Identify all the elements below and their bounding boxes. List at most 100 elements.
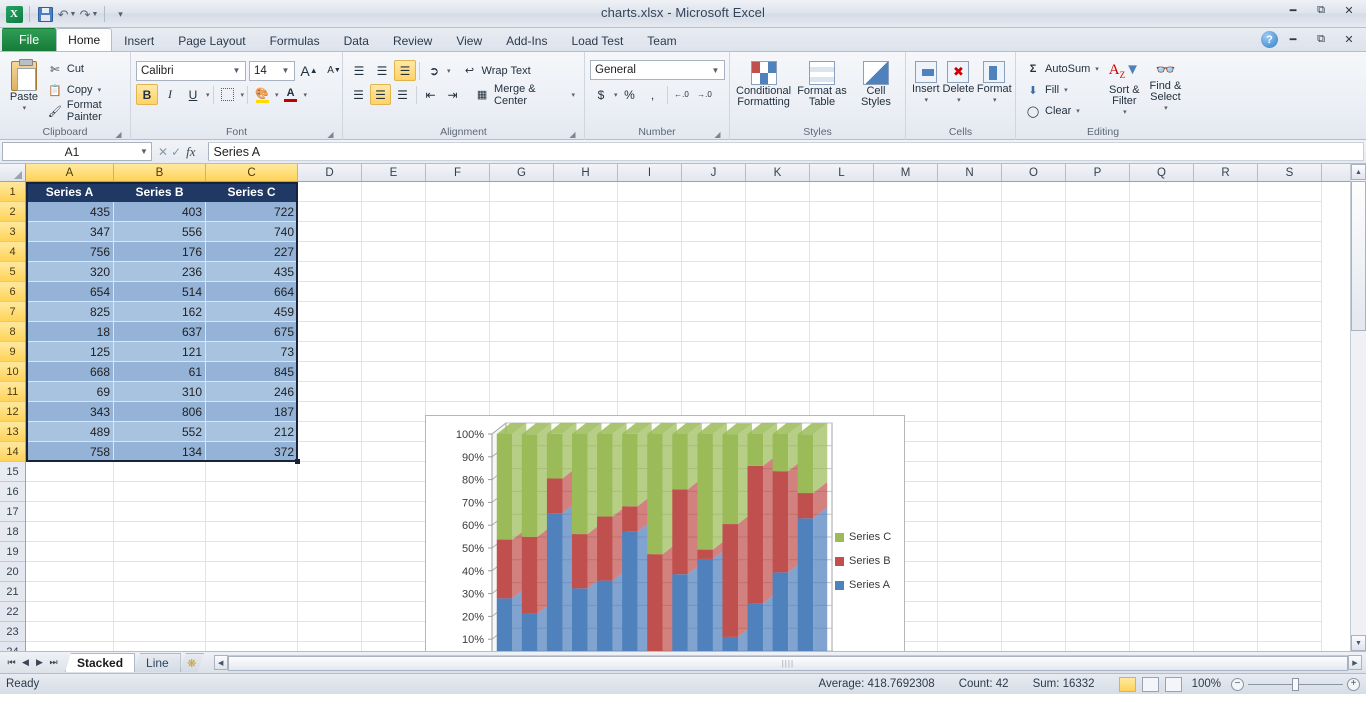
cell-A5[interactable]: 320: [26, 262, 114, 282]
cell-N24[interactable]: [938, 642, 1002, 651]
cell-H3[interactable]: [554, 222, 618, 242]
bar-series-a-cat-13[interactable]: [798, 518, 814, 651]
cell-B15[interactable]: [114, 462, 206, 482]
cell-N11[interactable]: [938, 382, 1002, 402]
number-format-dropdown-icon[interactable]: ▼: [709, 66, 722, 75]
cell-N9[interactable]: [938, 342, 1002, 362]
column-header-i[interactable]: I: [618, 164, 682, 181]
next-sheet-icon[interactable]: ▶: [33, 657, 46, 668]
row-header-3[interactable]: 3: [0, 222, 25, 242]
number-dialog-launcher[interactable]: ◢: [713, 130, 722, 139]
bar-series-b-cat-6[interactable]: [622, 506, 638, 532]
bar-series-c-cat-5[interactable]: [597, 434, 613, 517]
bar-series-c-cat-10[interactable]: [722, 434, 738, 524]
fill-button[interactable]: ⬇ Fill ▾: [1021, 80, 1103, 100]
hscroll-left-button[interactable]: ◀: [214, 655, 228, 670]
cell-S12[interactable]: [1258, 402, 1322, 422]
cell-M1[interactable]: [874, 182, 938, 202]
cell-D20[interactable]: [298, 562, 362, 582]
cell-S14[interactable]: [1258, 442, 1322, 462]
cell-R17[interactable]: [1194, 502, 1258, 522]
row-header-17[interactable]: 17: [0, 502, 25, 522]
merge-dropdown-icon[interactable]: ▾: [571, 91, 575, 99]
cell-N6[interactable]: [938, 282, 1002, 302]
row-header-13[interactable]: 13: [0, 422, 25, 442]
cell-D5[interactable]: [298, 262, 362, 282]
cell-F8[interactable]: [426, 322, 490, 342]
sheet-navigation-buttons[interactable]: ⏮ ◀ ▶ ⏭: [0, 657, 65, 668]
cell-G8[interactable]: [490, 322, 554, 342]
currency-button[interactable]: $: [590, 84, 612, 105]
cell-Q22[interactable]: [1130, 602, 1194, 622]
row-header-7[interactable]: 7: [0, 302, 25, 322]
cell-N19[interactable]: [938, 542, 1002, 562]
cell-J1[interactable]: [682, 182, 746, 202]
cell-O24[interactable]: [1002, 642, 1066, 651]
cell-P20[interactable]: [1066, 562, 1130, 582]
cell-Q5[interactable]: [1130, 262, 1194, 282]
bar-series-b-cat-13[interactable]: [798, 493, 814, 518]
bar-series-c-cat-6[interactable]: [622, 434, 638, 507]
select-all-button[interactable]: [0, 164, 26, 181]
cell-K9[interactable]: [746, 342, 810, 362]
cell-C20[interactable]: [206, 562, 298, 582]
cell-R12[interactable]: [1194, 402, 1258, 422]
chart-object[interactable]: 0%10%20%30%40%50%60%70%80%90%100%1234567…: [425, 415, 905, 651]
cell-C17[interactable]: [206, 502, 298, 522]
cell-M8[interactable]: [874, 322, 938, 342]
cell-C19[interactable]: [206, 542, 298, 562]
column-header-q[interactable]: Q: [1130, 164, 1194, 181]
font-name-dropdown-icon[interactable]: ▼: [230, 66, 243, 75]
cell-L6[interactable]: [810, 282, 874, 302]
format-painter-button[interactable]: 🖌 Format Painter: [43, 101, 125, 121]
sheet-tab-line[interactable]: Line: [134, 653, 181, 672]
cell-Q23[interactable]: [1130, 622, 1194, 642]
cell-P17[interactable]: [1066, 502, 1130, 522]
cell-K6[interactable]: [746, 282, 810, 302]
cell-E24[interactable]: [362, 642, 426, 651]
cell-E1[interactable]: [362, 182, 426, 202]
cell-G9[interactable]: [490, 342, 554, 362]
cell-Q6[interactable]: [1130, 282, 1194, 302]
cell-B6[interactable]: 514: [114, 282, 206, 302]
cell-G3[interactable]: [490, 222, 554, 242]
bar-series-c-cat-3[interactable]: [547, 434, 563, 479]
cell-O18[interactable]: [1002, 522, 1066, 542]
cell-S2[interactable]: [1258, 202, 1322, 222]
number-format-select[interactable]: General ▼: [590, 60, 725, 80]
cell-Q17[interactable]: [1130, 502, 1194, 522]
cell-I7[interactable]: [618, 302, 682, 322]
prev-sheet-icon[interactable]: ◀: [19, 657, 32, 668]
sort-filter-dropdown-icon[interactable]: ▾: [1123, 108, 1127, 116]
cell-S1[interactable]: [1258, 182, 1322, 202]
align-middle-button[interactable]: ☰: [371, 60, 393, 81]
cell-O23[interactable]: [1002, 622, 1066, 642]
cell-L3[interactable]: [810, 222, 874, 242]
alignment-dialog-launcher[interactable]: ◢: [568, 130, 577, 139]
cell-N1[interactable]: [938, 182, 1002, 202]
delete-dropdown-icon[interactable]: ▾: [957, 96, 961, 104]
cell-D12[interactable]: [298, 402, 362, 422]
cell-C2[interactable]: 722: [206, 202, 298, 222]
column-header-m[interactable]: M: [874, 164, 938, 181]
cell-N14[interactable]: [938, 442, 1002, 462]
cell-J4[interactable]: [682, 242, 746, 262]
cell-R23[interactable]: [1194, 622, 1258, 642]
find-select-dropdown-icon[interactable]: ▾: [1164, 104, 1168, 112]
cell-C4[interactable]: 227: [206, 242, 298, 262]
cell-R18[interactable]: [1194, 522, 1258, 542]
cell-C3[interactable]: 740: [206, 222, 298, 242]
cell-N20[interactable]: [938, 562, 1002, 582]
cell-G7[interactable]: [490, 302, 554, 322]
cell-F5[interactable]: [426, 262, 490, 282]
cell-A9[interactable]: 125: [26, 342, 114, 362]
cell-P12[interactable]: [1066, 402, 1130, 422]
document-window-controls[interactable]: ? ━ ⧉ ✕: [1261, 31, 1362, 48]
formula-bar-buttons[interactable]: ✕ ✓ fx: [152, 144, 208, 160]
cell-N17[interactable]: [938, 502, 1002, 522]
restore-button[interactable]: ⧉: [1308, 2, 1334, 19]
format-as-table-button[interactable]: Format as Table: [794, 57, 850, 109]
cell-I3[interactable]: [618, 222, 682, 242]
bar-series-b-cat-7[interactable]: [647, 554, 663, 651]
cell-O4[interactable]: [1002, 242, 1066, 262]
